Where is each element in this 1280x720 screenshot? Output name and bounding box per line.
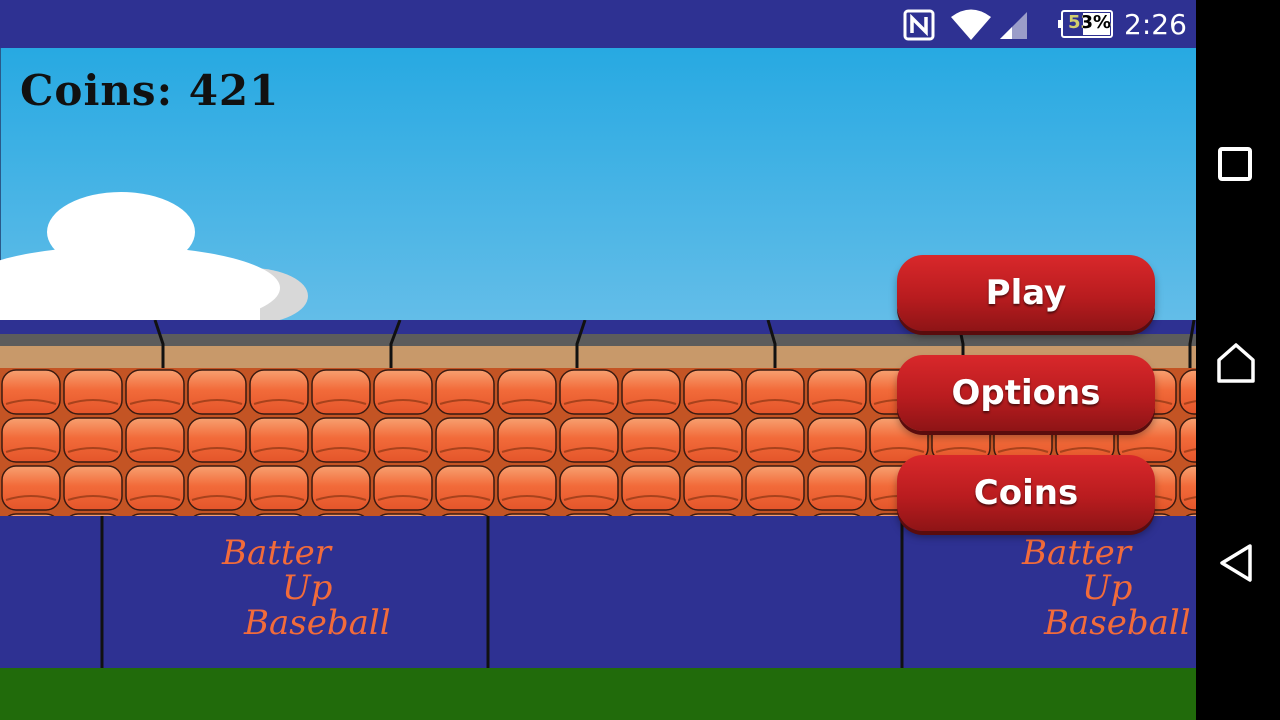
status-bar: 53% 2:26 [0, 0, 1196, 48]
coins-counter: Coins: 421 [20, 66, 280, 115]
logo-line-up: Up [282, 568, 333, 608]
logo-line-batter: Batter [1022, 533, 1131, 573]
options-button[interactable]: Options [897, 355, 1155, 431]
wifi-icon [951, 9, 991, 40]
cell-signal-icon [1000, 12, 1027, 39]
coins-button[interactable]: Coins [897, 455, 1155, 531]
logo-line-baseball: Baseball [244, 603, 391, 643]
clock: 2:26 [1124, 8, 1187, 41]
home-icon[interactable] [1216, 342, 1256, 384]
play-button[interactable]: Play [897, 255, 1155, 331]
logo-line-baseball: Baseball [1044, 603, 1191, 643]
battery-percent: 53% [1068, 12, 1112, 33]
navigation-bar [1196, 0, 1280, 720]
game-scene: Batter Up Baseball Batter Up Baseball Co… [0, 48, 1196, 720]
cloud [0, 192, 308, 323]
recents-icon[interactable] [1217, 146, 1253, 182]
nfc-icon [903, 9, 935, 41]
logo-line-up: Up [1082, 568, 1133, 608]
logo-line-batter: Batter [222, 533, 331, 573]
back-icon[interactable] [1218, 543, 1254, 583]
